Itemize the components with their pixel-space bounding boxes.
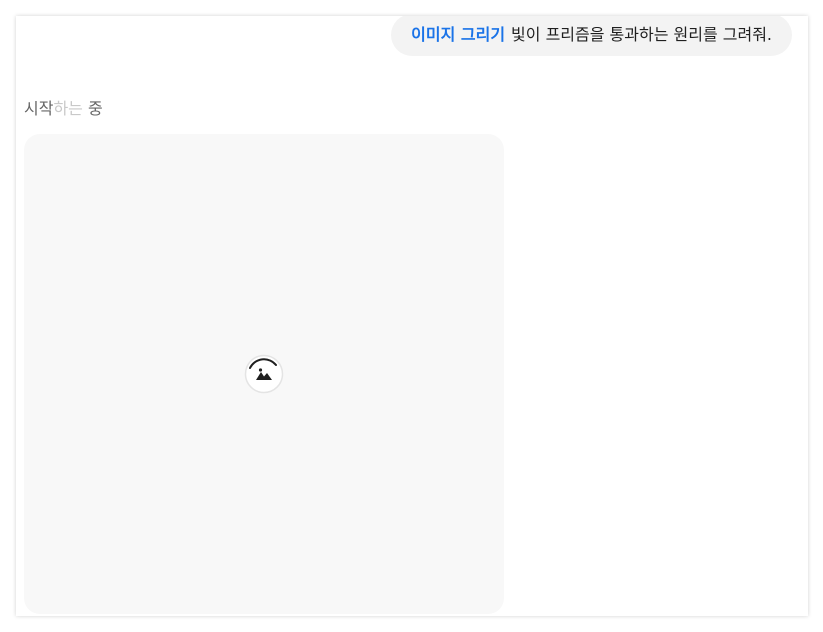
status-text-end: 중	[88, 99, 103, 118]
user-message-bubble: 이미지 그리기 빛이 프리즘을 통과하는 원리를 그려줘.	[391, 16, 792, 56]
chat-panel: 이미지 그리기 빛이 프리즘을 통과하는 원리를 그려줘. 시작하는 중	[16, 16, 808, 616]
user-message-text: 빛이 프리즘을 통과하는 원리를 그려줘.	[511, 25, 772, 44]
loading-spinner	[244, 354, 284, 394]
status-text-start: 시작	[24, 99, 54, 118]
image-placeholder-card	[24, 134, 504, 614]
status-text-shimmer: 하는	[53, 99, 83, 118]
image-icon	[244, 354, 284, 394]
generation-status: 시작하는 중	[24, 99, 103, 119]
draw-image-tool-tag[interactable]: 이미지 그리기	[411, 25, 505, 45]
